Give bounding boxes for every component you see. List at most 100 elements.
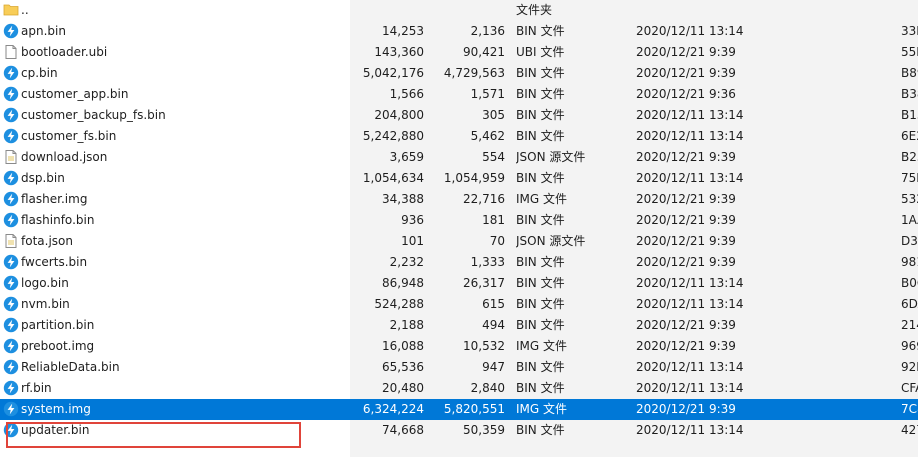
bin-file-icon <box>3 84 19 105</box>
file-modified-date: 2020/12/11 13:14 <box>636 171 744 185</box>
file-row[interactable]: cp.bin 5,042,176 4,729,563 BIN 文件 2020/12/21… <box>0 63 918 84</box>
file-modified-date: 2020/12/21 9:39 <box>636 339 736 353</box>
bin-file-icon <box>3 168 19 189</box>
bin-file-icon <box>3 420 19 441</box>
file-modified-date: 2020/12/11 13:14 <box>636 129 744 143</box>
bin-file-icon <box>3 357 19 378</box>
file-row[interactable]: preboot.img 16,088 10,532 IMG 文件 2020/12/21 … <box>0 336 918 357</box>
bin-file-icon <box>3 294 19 315</box>
file-type: BIN 文件 <box>516 108 565 122</box>
file-type: BIN 文件 <box>516 171 565 185</box>
file-type: IMG 文件 <box>516 192 568 206</box>
file-modified-date <box>636 0 786 21</box>
file-crc: 55E <box>901 45 918 59</box>
file-row-selected[interactable]: system.img 6,324,224 5,820,551 IMG 文件 2020/1… <box>0 399 918 420</box>
file-packed-size: 5,462 <box>470 129 505 143</box>
file-row[interactable]: customer_fs.bin 5,242,880 5,462 BIN 文件 2020/… <box>0 126 918 147</box>
file-type: BIN 文件 <box>516 213 565 227</box>
file-crc: 6DA <box>901 297 918 311</box>
file-type: BIN 文件 <box>516 66 565 80</box>
file-modified-date: 2020/12/21 9:39 <box>636 234 736 248</box>
file-row[interactable]: fwcerts.bin 2,232 1,333 BIN 文件 2020/12/21 9:… <box>0 252 918 273</box>
file-type: BIN 文件 <box>516 360 565 374</box>
file-row[interactable]: flashinfo.bin 936 181 BIN 文件 2020/12/21 9:39… <box>0 210 918 231</box>
file-crc: 6E2 <box>901 129 918 143</box>
json-file-icon <box>3 231 19 252</box>
file-row[interactable]: customer_app.bin 1,566 1,571 BIN 文件 2020/12/… <box>0 84 918 105</box>
file-modified-date: 2020/12/11 13:14 <box>636 423 744 437</box>
file-packed-size: 70 <box>489 234 505 248</box>
file-row[interactable]: flasher.img 34,388 22,716 IMG 文件 2020/12/21 … <box>0 189 918 210</box>
file-modified-date: 2020/12/11 13:14 <box>636 24 744 38</box>
file-crc: 1AA <box>901 213 918 227</box>
file-row[interactable]: bootloader.ubi 143,360 90,421 UBI 文件 2020/12… <box>0 42 918 63</box>
bin-file-icon <box>3 273 19 294</box>
bin-file-icon <box>3 189 19 210</box>
file-row[interactable]: updater.bin 74,668 50,359 BIN 文件 2020/12/11 … <box>0 420 918 441</box>
folder-icon <box>3 0 19 21</box>
file-name: bootloader.ubi <box>21 45 108 59</box>
file-row[interactable]: ReliableData.bin 65,536 947 BIN 文件 2020/12/1… <box>0 357 918 378</box>
file-packed-size: 5,820,551 <box>443 402 505 416</box>
file-size: 6,324,224 <box>362 402 424 416</box>
file-size: 5,042,176 <box>362 66 424 80</box>
file-packed-size: 2,136 <box>470 24 505 38</box>
file-name: preboot.img <box>21 339 95 353</box>
file-name: nvm.bin <box>21 297 70 311</box>
file-size: 65,536 <box>382 360 424 374</box>
file-name: flashinfo.bin <box>21 213 95 227</box>
file-size: 2,188 <box>389 318 424 332</box>
file-name: rf.bin <box>21 381 52 395</box>
json-file-icon <box>3 147 19 168</box>
file-modified-date: 2020/12/21 9:39 <box>636 402 736 416</box>
file-crc <box>901 0 918 21</box>
file-row[interactable]: partition.bin 2,188 494 BIN 文件 2020/12/21 9:… <box>0 315 918 336</box>
file-row[interactable]: fota.json 101 70 JSON 源文件 2020/12/21 9:39 D36 <box>0 231 918 252</box>
file-row[interactable]: download.json 3,659 554 JSON 源文件 2020/12/21 … <box>0 147 918 168</box>
file-name: fota.json <box>21 234 73 248</box>
file-type: JSON 源文件 <box>516 234 586 248</box>
file-modified-date: 2020/12/21 9:39 <box>636 213 736 227</box>
bin-file-icon <box>3 126 19 147</box>
file-row[interactable]: nvm.bin 524,288 615 BIN 文件 2020/12/11 13:14 6… <box>0 294 918 315</box>
file-size: 16,088 <box>382 339 424 353</box>
file-crc: 214 <box>901 318 918 332</box>
file-modified-date: 2020/12/11 13:14 <box>636 381 744 395</box>
file-size: 86,948 <box>382 276 424 290</box>
file-name: download.json <box>21 150 108 164</box>
file-packed-size: 90,421 <box>463 45 505 59</box>
file-row[interactable]: logo.bin 86,948 26,317 BIN 文件 2020/12/11 13:… <box>0 273 918 294</box>
file-size: 204,800 <box>374 108 424 122</box>
file-name: cp.bin <box>21 66 58 80</box>
file-modified-date: 2020/12/11 13:14 <box>636 108 744 122</box>
file-type: BIN 文件 <box>516 87 565 101</box>
file-packed-size: 26,317 <box>463 276 505 290</box>
file-row[interactable]: dsp.bin 1,054,634 1,054,959 BIN 文件 2020/12/1… <box>0 168 918 189</box>
file-row[interactable]: rf.bin 20,480 2,840 BIN 文件 2020/12/11 13:14 C… <box>0 378 918 399</box>
file-packed-size: 10,532 <box>463 339 505 353</box>
file-size: 74,668 <box>382 423 424 437</box>
file-row[interactable]: apn.bin 14,253 2,136 BIN 文件 2020/12/11 13:14… <box>0 21 918 42</box>
file-packed-size: 947 <box>482 360 505 374</box>
bin-file-icon <box>3 336 19 357</box>
blank-file-icon <box>3 42 19 63</box>
file-size: 143,360 <box>374 45 424 59</box>
bin-file-icon <box>3 21 19 42</box>
file-type: UBI 文件 <box>516 45 565 59</box>
file-size: 524,288 <box>374 297 424 311</box>
file-row[interactable]: customer_backup_fs.bin 204,800 305 BIN 文件 20… <box>0 105 918 126</box>
file-type: BIN 文件 <box>516 423 565 437</box>
file-packed-size: 50,359 <box>463 423 505 437</box>
file-name: system.img <box>21 402 91 416</box>
file-crc: B0C <box>901 276 918 290</box>
file-name: customer_app.bin <box>21 87 129 101</box>
file-size: 1,054,634 <box>362 171 424 185</box>
file-packed-size: 494 <box>482 318 505 332</box>
file-size: 2,232 <box>389 255 424 269</box>
file-name: dsp.bin <box>21 171 65 185</box>
file-type: BIN 文件 <box>516 381 565 395</box>
file-modified-date: 2020/12/21 9:36 <box>636 87 736 101</box>
file-packed-size: 554 <box>482 150 505 164</box>
file-type: 文件夹 <box>516 3 553 17</box>
file-row[interactable]: .. 文件夹 <box>0 0 918 21</box>
